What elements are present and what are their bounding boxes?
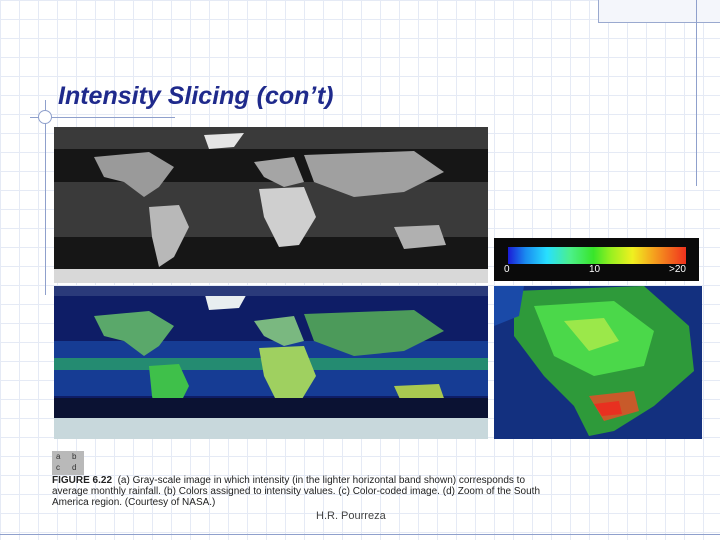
caption-line-3: America region. (Courtesy of NASA.) [52,497,216,508]
title-decoration-circle [38,110,52,124]
bottom-decoration-line [0,534,720,535]
panel-letter-d: d [72,463,77,472]
panel-letter-key: a b c d [52,451,84,475]
color-coded-rainfall-map [54,286,488,439]
slide-footer: H.R. Pourreza [316,510,386,522]
figure-number: FIGURE 6.22 [52,475,113,486]
colorbar-tick-20: >20 [669,264,686,275]
caption-line-2: average monthly rainfall. (b) Colors ass… [52,486,541,497]
slide-title: Intensity Slicing (con’t) [58,82,334,110]
caption-line-1: FIGURE 6.22 (a) Gray-scale image in whic… [52,475,707,486]
right-decoration-line [696,0,697,186]
south-america-zoom-map [494,286,702,439]
figure-caption: FIGURE 6.22 (a) Gray-scale image in whic… [52,475,707,508]
panel-letter-c: c [56,463,60,472]
grayscale-rainfall-map [54,127,488,283]
intensity-color-scale: 0 10 >20 [494,238,699,281]
colorbar-tick-0: 0 [504,264,510,275]
color-gradient-bar [508,247,686,264]
caption-text-1: (a) Gray-scale image in which intensity … [117,475,526,486]
title-decoration-vertical [45,100,46,295]
panel-letter-a: a [56,452,61,461]
colorbar-tick-10: 10 [589,264,601,275]
panel-letter-b: b [72,452,77,461]
corner-decoration [598,0,720,23]
